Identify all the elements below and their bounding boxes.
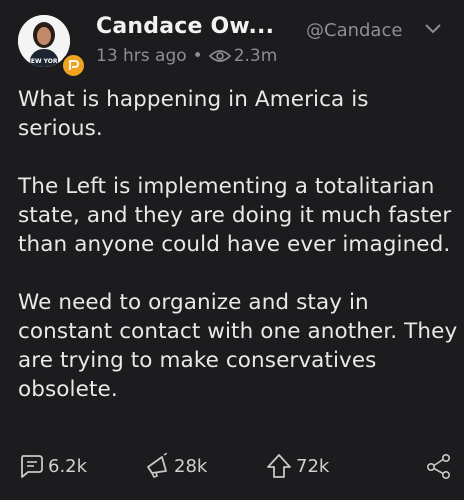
- action-bar: 6.2k 28k 72k: [18, 453, 454, 483]
- chevron-down-icon[interactable]: [424, 23, 442, 35]
- echo-count: 28k: [174, 455, 208, 477]
- upvote-arrow-icon: [267, 454, 291, 478]
- comment-icon: [21, 455, 43, 478]
- parler-badge-icon: [61, 53, 86, 78]
- eye-icon: [208, 50, 231, 62]
- meta-separator: •: [192, 46, 203, 66]
- megaphone-icon: [147, 453, 168, 478]
- share-icon: [426, 453, 450, 479]
- comment-count: 6.2k: [48, 455, 88, 477]
- author-name[interactable]: Candace Ow...: [96, 14, 274, 39]
- post-body: What is happening in America is serious.…: [18, 85, 458, 433]
- upvote-button[interactable]: 72k: [266, 453, 329, 479]
- post-paragraph: The Left is implementing a totalitarian …: [18, 174, 452, 257]
- post-meta: 13 hrs ago • 2.3m: [96, 46, 277, 66]
- view-count: 2.3m: [233, 46, 278, 66]
- post-paragraph: We need to organize and stay in constant…: [18, 290, 458, 402]
- post-paragraph: What is happening in America is serious.: [18, 87, 369, 141]
- vote-count: 72k: [296, 455, 330, 477]
- share-button[interactable]: [426, 453, 456, 479]
- svg-text:NEW YORK: NEW YORK: [26, 58, 63, 65]
- echo-button[interactable]: 28k: [144, 453, 207, 479]
- post-time: 13 hrs ago: [96, 46, 187, 66]
- comment-button[interactable]: 6.2k: [18, 453, 87, 479]
- author-handle[interactable]: @Candace: [306, 20, 402, 41]
